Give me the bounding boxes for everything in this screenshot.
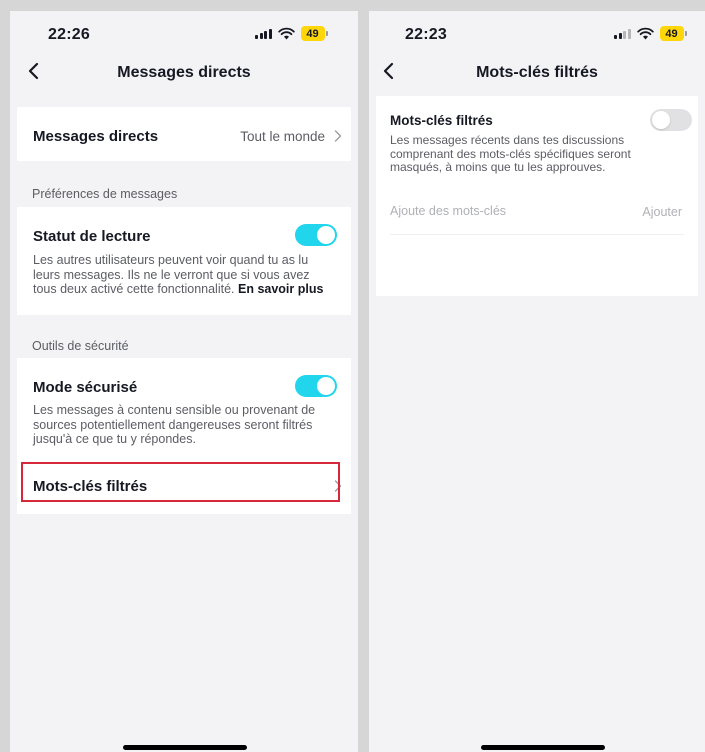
left-phone-screen: 22:26 49 Messages directs Messages direc… [10,11,358,752]
status-bar: 22:23 49 [369,11,705,59]
direct-messages-row[interactable]: Messages directs Tout le monde [17,107,351,161]
read-status-card: Statut de lecture Les autres utilisateur… [17,207,351,315]
home-indicator [123,745,247,750]
direct-messages-label: Messages directs [33,128,159,145]
section-label-message-prefs: Préférences de messages [32,187,178,201]
filtered-keywords-title: Mots-clés filtrés [390,113,493,128]
add-keywords-input[interactable] [390,204,610,218]
page-title: Messages directs [117,64,251,81]
nav-bar: Mots-clés filtrés [369,59,705,87]
right-phone-screen: 22:23 49 Mots-clés filtrés Mots-clés fil… [369,11,705,752]
home-indicator [481,745,605,750]
direct-messages-value: Tout le monde [240,129,325,144]
status-icons: 49 [255,26,328,41]
wifi-icon [277,27,295,40]
status-time: 22:23 [405,26,447,43]
status-icons: 49 [614,26,687,41]
signal-icon [255,28,272,39]
chevron-right-icon [334,130,342,142]
safe-mode-toggle[interactable] [295,375,337,397]
battery-icon: 49 [300,26,328,41]
page-title: Mots-clés filtrés [476,64,598,81]
status-bar: 22:26 49 [10,11,358,59]
safe-mode-title: Mode sécurisé [33,379,138,396]
read-status-description: Les autres utilisateurs peuvent voir qua… [33,253,324,296]
filtered-keywords-card: Mots-clés filtrés Les messages récents d… [376,96,698,296]
read-status-title: Statut de lecture [33,228,151,245]
read-status-toggle[interactable] [295,224,337,246]
learn-more-link[interactable]: En savoir plus [238,282,323,296]
battery-icon: 49 [659,26,687,41]
section-label-safety-tools: Outils de sécurité [32,339,129,353]
signal-icon [614,28,631,39]
filtered-keywords-row-highlight[interactable] [21,462,340,502]
input-divider [390,234,684,235]
filtered-keywords-toggle[interactable] [650,109,692,131]
wifi-icon [636,27,654,40]
filtered-keywords-description: Les messages récents dans tes discussion… [390,133,631,174]
nav-bar: Messages directs [10,59,358,87]
add-keyword-button[interactable]: Ajouter [642,205,682,219]
safe-mode-description: Les messages à contenu sensible ou prove… [33,403,316,446]
status-time: 22:26 [48,26,90,43]
